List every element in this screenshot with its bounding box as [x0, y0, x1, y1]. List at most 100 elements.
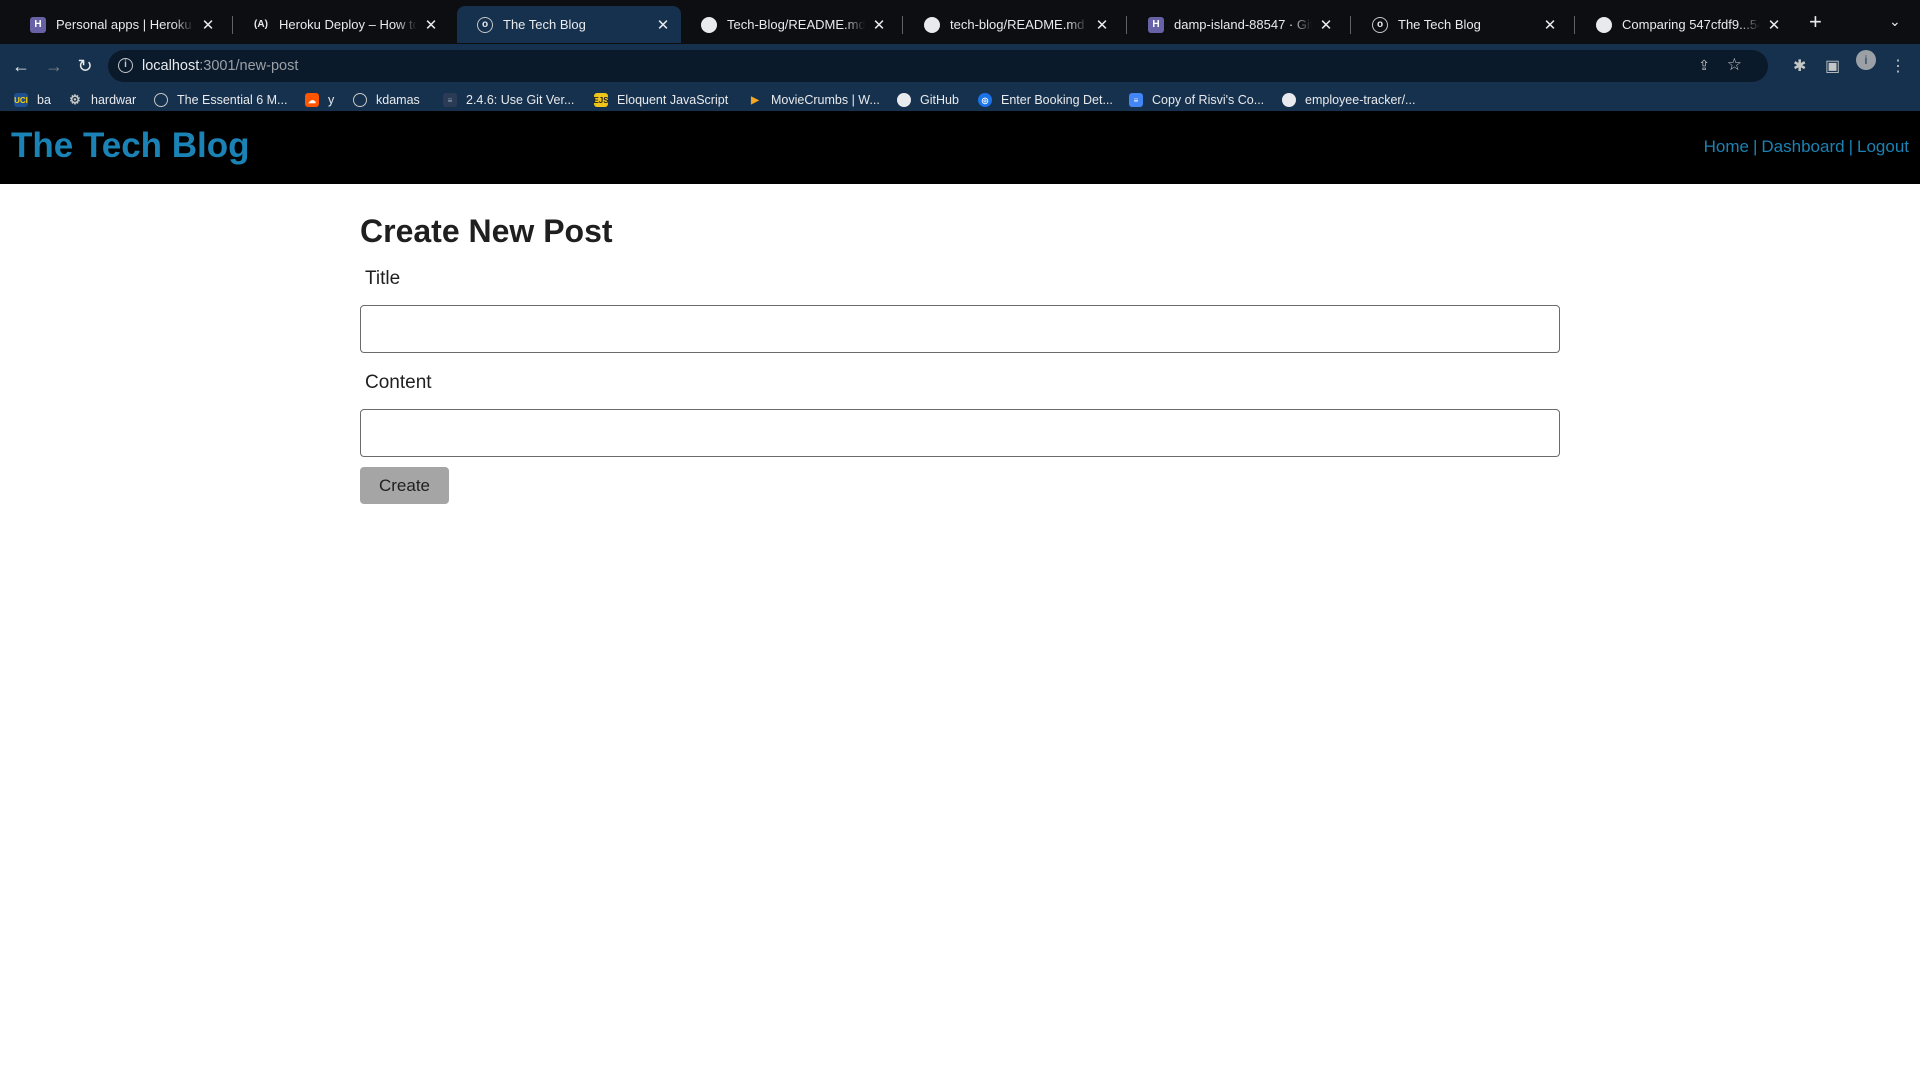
address-url[interactable]: localhost:3001/new-post [142, 58, 298, 74]
forward-arrow-icon[interactable]: → [43, 55, 65, 77]
globe-icon [154, 93, 168, 107]
close-icon[interactable]: ✕ [1542, 16, 1558, 34]
site-nav: Home | Dashboard | Logout [1704, 137, 1909, 157]
bookmark-item[interactable]: ◎ Enter Booking Det... [978, 91, 1113, 109]
browser-tab[interactable]: H damp-island-88547 · GitHub ✕ [1128, 6, 1344, 43]
site-header: The Tech Blog Home | Dashboard | Logout [0, 111, 1920, 184]
url-host: localhost [142, 58, 200, 74]
close-icon[interactable]: ✕ [200, 16, 216, 34]
tab-title: Personal apps | Heroku [56, 17, 192, 32]
tab-title: The Tech Blog [1398, 17, 1481, 32]
new-tab-button[interactable]: + [1809, 11, 1822, 33]
git-icon: ≡ [443, 93, 457, 107]
browser-tab[interactable]: (A) Heroku Deploy – How to Push ✕ [233, 6, 449, 43]
bookmark-item[interactable]: EJS Eloquent JavaScript [593, 91, 729, 109]
tab-title: Tech-Blog/README.md at m [727, 17, 865, 32]
globe-icon: o [477, 16, 493, 33]
page-title: Create New Post [360, 213, 613, 249]
heroku-icon: H [30, 16, 46, 33]
bookmark-label: Enter Booking Det... [1001, 93, 1113, 107]
close-icon[interactable]: ✕ [1766, 16, 1782, 34]
browser-menu-icon[interactable]: ⋮ [1890, 56, 1906, 76]
tab-title: tech-blog/README.md at m [950, 17, 1088, 32]
browser-tab[interactable]: H Personal apps | Heroku ✕ [10, 6, 226, 43]
github-icon [1596, 16, 1612, 33]
bookmark-label: Copy of Risvi's Co... [1152, 93, 1265, 107]
heroku-icon: H [1148, 16, 1164, 33]
browser-tab[interactable]: o The Tech Blog ✕ [1352, 6, 1568, 43]
close-icon[interactable]: ✕ [1318, 16, 1334, 34]
globe-icon: o [1372, 16, 1388, 33]
address-bar[interactable]: i localhost:3001/new-post ⇪ ☆ [108, 50, 1768, 82]
side-panel-icon[interactable]: ▣ [1825, 56, 1840, 76]
bookmark-label: kdamas [376, 93, 420, 107]
extensions-puzzle-icon[interactable]: ✱ [1793, 56, 1806, 76]
nav-separator: | [1848, 137, 1853, 156]
nav-dashboard-link[interactable]: Dashboard [1761, 137, 1844, 156]
tab-title: The Tech Blog [503, 17, 586, 32]
tab-divider [902, 16, 903, 34]
browser-tab-active[interactable]: o The Tech Blog ✕ [457, 6, 681, 43]
nav-logout-link[interactable]: Logout [1857, 137, 1909, 156]
bookmark-item[interactable]: ⚙ hardwar [68, 91, 136, 109]
uci-icon: UCI [14, 93, 28, 107]
reload-icon[interactable]: ↻ [74, 55, 96, 77]
back-arrow-icon[interactable]: ← [10, 55, 32, 77]
bookmark-label: y [328, 93, 335, 107]
bookmark-item[interactable]: employee-tracker/... [1282, 91, 1415, 109]
bookmark-item[interactable]: ▶ MovieCrumbs | W... [748, 91, 880, 109]
bookmark-item[interactable]: ☁ y [305, 91, 334, 109]
close-icon[interactable]: ✕ [871, 16, 887, 34]
github-icon [701, 16, 717, 33]
bookmark-star-icon[interactable]: ☆ [1727, 55, 1742, 75]
content-input[interactable] [360, 409, 1560, 457]
bookmark-label: employee-tracker/... [1305, 93, 1416, 107]
profile-avatar[interactable]: i [1856, 50, 1876, 70]
globe-icon [353, 93, 367, 107]
title-input[interactable] [360, 305, 1560, 353]
bookmark-label: hardwar [91, 93, 137, 107]
bookmark-label: The Essential 6 M... [177, 93, 288, 107]
close-icon[interactable]: ✕ [655, 16, 671, 34]
nav-home-link[interactable]: Home [1704, 137, 1749, 156]
create-button[interactable]: Create [360, 467, 449, 504]
tab-divider [1574, 16, 1575, 34]
content-label: Content [365, 372, 432, 393]
bookmark-item[interactable]: kdamas [353, 91, 420, 109]
js-icon: EJS [593, 93, 609, 107]
close-icon[interactable]: ✕ [1094, 16, 1110, 34]
a-icon: (A) [254, 19, 268, 30]
tab-title: Heroku Deploy – How to Push [279, 17, 417, 32]
bookmark-label: ba [37, 93, 51, 107]
github-icon [924, 16, 940, 33]
bookmark-item[interactable]: UCI ba [14, 91, 51, 109]
close-icon[interactable]: ✕ [423, 16, 439, 34]
bookmark-item[interactable]: GitHub [897, 91, 959, 109]
bookmark-item[interactable]: ≡ 2.4.6: Use Git Ver... [443, 91, 574, 109]
share-icon[interactable]: ⇪ [1698, 57, 1710, 74]
bookmark-label: 2.4.6: Use Git Ver... [466, 93, 575, 107]
bookmark-label: MovieCrumbs | W... [771, 93, 880, 107]
site-brand[interactable]: The Tech Blog [11, 126, 250, 166]
browser-tab[interactable]: tech-blog/README.md at m ✕ [904, 6, 1120, 43]
site-info-icon[interactable]: i [118, 58, 133, 73]
tab-strip: H Personal apps | Heroku ✕ (A) Heroku De… [0, 0, 1920, 44]
browser-tab[interactable]: Comparing 547cfdf9...547c ✕ [1576, 6, 1792, 43]
url-path: :3001/new-post [199, 58, 299, 74]
bookmark-label: GitHub [920, 93, 959, 107]
tab-divider [1350, 16, 1351, 34]
tab-search-chevron-icon[interactable]: ⌄ [1889, 13, 1901, 30]
bookmark-label: Eloquent JavaScript [617, 93, 729, 107]
bookmarks-bar: UCI ba ⚙ hardwar The Essential 6 M... ☁ … [0, 89, 1920, 111]
nav-separator: | [1752, 137, 1758, 156]
bookmark-item[interactable]: ≡ Copy of Risvi's Co... [1129, 91, 1264, 109]
tab-title: damp-island-88547 · GitHub [1174, 17, 1312, 32]
docs-icon: ≡ [1129, 93, 1143, 107]
play-icon: ▶ [751, 94, 759, 106]
browser-tab[interactable]: Tech-Blog/README.md at m ✕ [681, 6, 897, 43]
github-icon [1282, 93, 1296, 107]
bookmark-item[interactable]: The Essential 6 M... [154, 91, 287, 109]
browser-toolbar: ← → ↻ i localhost:3001/new-post ⇪ ☆ ✱ ▣ … [0, 44, 1920, 89]
github-icon [897, 93, 911, 107]
soundcloud-icon: ☁ [305, 93, 319, 107]
